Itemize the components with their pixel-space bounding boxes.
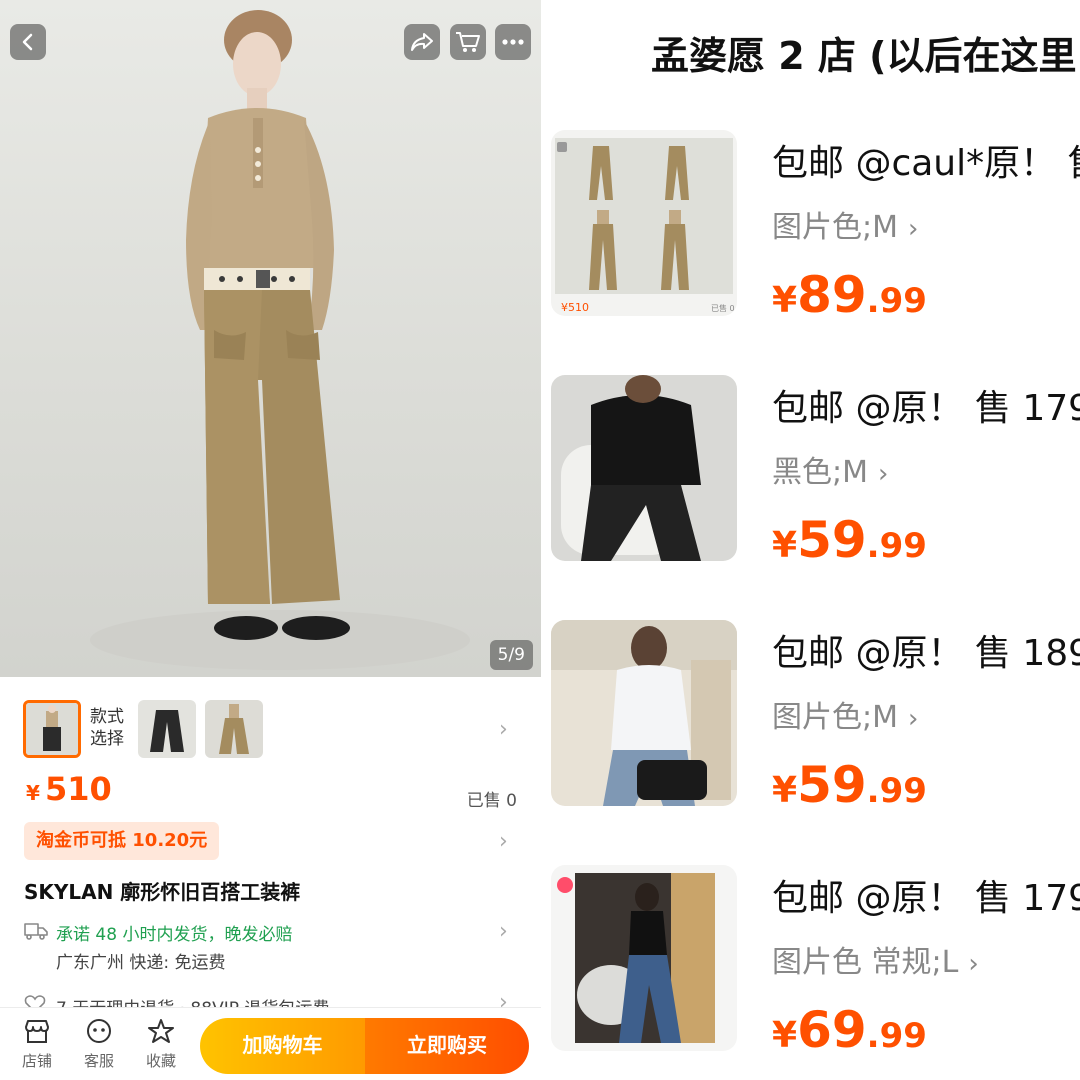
thumb-sold: 已售 0 <box>711 303 735 313</box>
order-name: 包邮 @caul*原！ 售 <box>772 143 1080 184</box>
order-thumbnail[interactable]: ¥510 已售 0 <box>551 130 737 316</box>
truck-icon <box>24 923 48 940</box>
shipping-promise: 承诺 48 小时内发货，晚发必赔 <box>56 925 293 945</box>
more-icon <box>502 39 524 45</box>
service-label: 客服 <box>83 1052 114 1070</box>
order-name: 包邮 @原！ 售 179 <box>772 878 1080 919</box>
variant-thumb-black[interactable] <box>138 700 196 758</box>
order-item[interactable]: 包邮 @原！ 售 179 图片色 常规;L › ¥69.99 <box>541 865 1080 1080</box>
chevron-right-icon[interactable]: › <box>499 829 508 854</box>
spec-text: 图片色 常规;L <box>772 945 959 980</box>
price: ¥ 510 <box>26 770 112 814</box>
shipping-origin: 广东广州 快递: 免运费 <box>56 953 226 973</box>
order-thumbnail[interactable] <box>551 375 737 561</box>
variant-thumb-khaki[interactable] <box>205 700 263 758</box>
variant-label: 款式选择 <box>90 707 124 749</box>
share-icon <box>411 33 433 51</box>
price-symbol: ¥ <box>772 1015 798 1056</box>
order-spec[interactable]: 图片色 常规;L › <box>772 937 979 981</box>
price-integer: 69 <box>797 1001 867 1059</box>
shop-title: 孟婆愿 2 店 (以后在这里 <box>651 34 1077 78</box>
order-name: 包邮 @原！ 售 189 <box>772 633 1080 674</box>
spec-text: 黑色;M <box>772 455 868 490</box>
order-item[interactable]: 包邮 @原！ 售 179 黑色;M › ¥59.99 <box>541 375 1080 615</box>
order-spec[interactable]: 黑色;M › <box>772 447 888 491</box>
order-item[interactable]: 包邮 @原！ 售 189 图片色;M › ¥59.99 <box>541 620 1080 860</box>
product-hero-image[interactable]: 5/9 <box>0 0 541 677</box>
order-spec[interactable]: 图片色;M › <box>772 692 918 736</box>
order-item[interactable]: ¥510 已售 0 包邮 @caul*原！ 售 图片色;M › ¥89.99 <box>541 130 1080 370</box>
share-button[interactable] <box>404 24 440 60</box>
product-detail-panel: 5/9 款式选择 › ¥ 510 已售 0 淘金币可抵 10.20元 › SKY… <box>0 0 541 1080</box>
star-icon <box>148 1019 174 1043</box>
sold-count: 已售 0 <box>466 791 517 811</box>
image-counter: 5/9 <box>489 640 533 670</box>
spec-text: 图片色;M <box>772 700 898 735</box>
favorite-label: 收藏 <box>145 1052 176 1070</box>
price-integer: 59 <box>797 756 867 814</box>
shop-order-panel: 孟婆愿 2 店 (以后在这里 ¥510 已售 0 包邮 @caul*原！ 售 图… <box>541 0 1080 1080</box>
price-symbol: ¥ <box>772 770 798 811</box>
order-spec[interactable]: 图片色;M › <box>772 202 918 246</box>
order-name: 包邮 @原！ 售 179 <box>772 388 1080 429</box>
buy-now-button[interactable]: 立即购买 <box>365 1018 529 1074</box>
price-integer: 59 <box>797 511 867 569</box>
cart-button[interactable] <box>450 24 486 60</box>
chevron-right-icon[interactable]: › <box>499 717 508 742</box>
cart-icon <box>456 32 480 52</box>
coin-offer-badge[interactable]: 淘金币可抵 10.20元 <box>24 822 220 860</box>
product-title: SKYLAN 廓形怀旧百搭工装裤 <box>24 880 301 904</box>
order-price: ¥89.99 <box>772 266 927 324</box>
price-symbol: ¥ <box>772 280 798 321</box>
order-price: ¥59.99 <box>772 511 927 569</box>
chevron-right-icon: › <box>878 459 889 489</box>
price-symbol: ¥ <box>772 525 798 566</box>
store-icon <box>25 1020 49 1043</box>
model-photo <box>90 10 470 670</box>
spec-text: 图片色;M <box>772 210 898 245</box>
store-label: 店铺 <box>21 1052 52 1070</box>
price-decimal: .99 <box>866 526 927 566</box>
price-decimal: .99 <box>866 281 927 321</box>
variant-selector: 款式选择 › <box>0 690 541 770</box>
chevron-right-icon: › <box>908 704 919 734</box>
order-price: ¥59.99 <box>772 756 927 814</box>
price-decimal: .99 <box>866 1016 927 1056</box>
store-nav-button[interactable]: 店铺 <box>14 1018 60 1071</box>
back-icon <box>22 33 33 51</box>
add-to-cart-button[interactable]: 加购物车 <box>200 1018 365 1074</box>
price-symbol: ¥ <box>26 781 40 805</box>
chevron-right-icon: › <box>968 949 979 979</box>
variant-thumb-selected[interactable] <box>23 700 81 758</box>
service-icon <box>87 1019 111 1043</box>
bottom-action-bar: 店铺 客服 收藏 加购物车 立即购买 <box>0 1007 541 1080</box>
more-button[interactable] <box>495 24 531 60</box>
order-thumbnail[interactable] <box>551 620 737 806</box>
favorite-nav-button[interactable]: 收藏 <box>138 1018 184 1071</box>
chevron-right-icon: › <box>908 214 919 244</box>
price-decimal: .99 <box>866 771 927 811</box>
service-nav-button[interactable]: 客服 <box>76 1018 122 1071</box>
order-thumbnail[interactable] <box>551 865 737 1051</box>
order-price: ¥69.99 <box>772 1001 927 1059</box>
price-integer: 89 <box>797 266 867 324</box>
back-button[interactable] <box>10 24 46 60</box>
thumb-price: ¥510 <box>561 301 589 314</box>
price-value: 510 <box>45 770 112 808</box>
chevron-right-icon[interactable]: › <box>499 919 508 944</box>
